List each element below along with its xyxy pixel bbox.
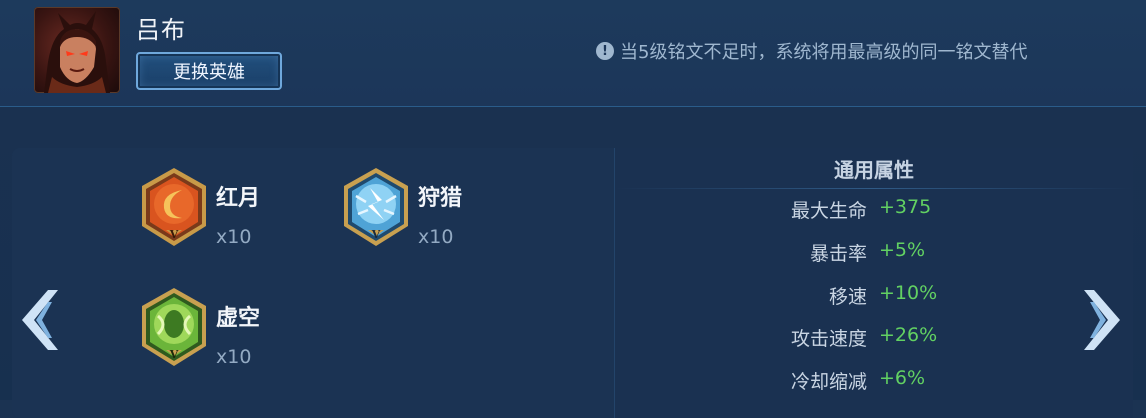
header-bar: 吕布 更换英雄 ! 当5级铭文不足时，系统将用最高级的同一铭文替代 — [0, 0, 1146, 107]
hunt-rune-icon: V — [344, 168, 408, 246]
rune-name: 狩猎 — [418, 186, 463, 211]
chevron-right-icon — [1084, 290, 1120, 350]
stat-value: +26% — [879, 324, 938, 346]
rune-level: V — [169, 228, 179, 241]
rune-count: x10 — [418, 226, 454, 248]
info-icon: ! — [596, 42, 614, 60]
stat-value: +6% — [879, 367, 926, 389]
stat-value: +10% — [879, 282, 938, 304]
prev-page-button[interactable] — [18, 288, 62, 352]
attribute-title: 通用属性 — [834, 158, 914, 182]
rune-name: 红月 — [216, 186, 261, 211]
rune-name: 虚空 — [216, 306, 261, 331]
stat-value: +375 — [879, 196, 932, 218]
rune-count: x10 — [216, 346, 252, 368]
stat-row: 攻击速度 +26% — [615, 324, 1133, 352]
hero-name: 吕布 — [136, 16, 186, 44]
attribute-panel: 通用属性 最大生命 +375 暴击率 +5% 移速 +10% 攻击速度 +26%… — [614, 148, 1133, 418]
rune-item-void[interactable]: V 虚空 x10 — [138, 286, 260, 368]
stat-row: 冷却缩减 +6% — [615, 367, 1133, 395]
stat-label: 冷却缩减 — [790, 371, 867, 393]
red-moon-rune-icon: V — [142, 168, 206, 246]
rune-count: x10 — [216, 226, 252, 248]
next-page-button[interactable] — [1080, 288, 1124, 352]
stat-label: 移速 — [828, 286, 867, 308]
change-hero-button[interactable]: 更换英雄 — [136, 52, 282, 90]
stat-row: 移速 +10% — [615, 282, 1133, 310]
notice-text: 当5级铭文不足时，系统将用最高级的同一铭文替代 — [620, 42, 1028, 63]
hero-portrait[interactable] — [34, 7, 120, 93]
rune-item-red-moon[interactable]: V 红月 x10 — [138, 166, 260, 248]
change-hero-label: 更换英雄 — [173, 62, 245, 83]
rune-level: V — [169, 348, 179, 361]
stat-label: 攻击速度 — [790, 328, 867, 350]
stat-label: 最大生命 — [790, 200, 867, 222]
rune-panel: V 红月 x10 V 狩猎 x10 V 虚空 x10 通用属性 最大生命 +37… — [12, 148, 1133, 418]
stat-value: +5% — [879, 239, 926, 261]
stat-label: 暴击率 — [809, 243, 867, 265]
rune-notice: ! 当5级铭文不足时，系统将用最高级的同一铭文替代 — [596, 38, 1027, 64]
stat-row: 暴击率 +5% — [615, 239, 1133, 267]
stat-row: 最大生命 +375 — [615, 196, 1133, 224]
void-rune-icon: V — [142, 288, 206, 366]
chevron-left-icon — [22, 290, 58, 350]
divider — [615, 188, 1133, 189]
rune-item-hunt[interactable]: V 狩猎 x10 — [340, 166, 462, 248]
rune-level: V — [371, 228, 381, 241]
hero-portrait-image — [44, 11, 110, 93]
rune-list: V 红月 x10 V 狩猎 x10 V 虚空 x10 — [12, 148, 614, 418]
